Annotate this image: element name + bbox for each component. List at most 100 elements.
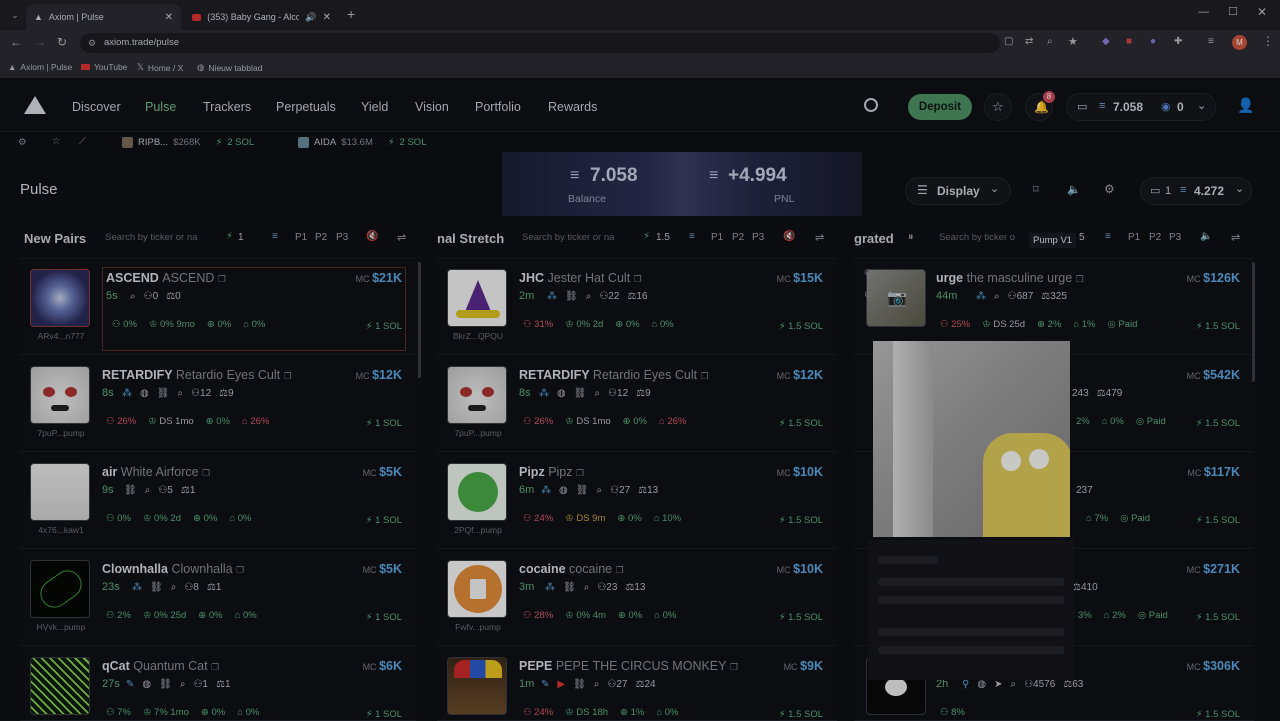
bookmark-axiom[interactable]: ▲ Axiom | Pulse	[8, 62, 72, 72]
socials-icon[interactable]: ⁂	[976, 291, 986, 302]
search-icon[interactable]	[864, 98, 878, 112]
search-icon[interactable]: ⌕	[594, 679, 600, 690]
bookmark-new-tab[interactable]: ◍ Nieuw tabblad	[197, 62, 262, 73]
bookmark-youtube[interactable]: YouTube	[81, 62, 127, 72]
reading-list-icon[interactable]: ≡	[1208, 36, 1214, 47]
settings-gear-icon[interactable]: ⚙	[1104, 182, 1115, 196]
quick-buy-amount[interactable]: 1.5	[656, 232, 670, 243]
socials-icon[interactable]: ⁂	[545, 582, 555, 593]
search-icon[interactable]: ⌕	[180, 679, 186, 690]
preset-p2[interactable]: P2	[732, 232, 744, 243]
token-address[interactable]: BkrZ...QPQU	[443, 331, 513, 341]
minimize-icon[interactable]: —	[1198, 6, 1209, 18]
socials-icon[interactable]: ⁂	[547, 291, 557, 302]
nav-pulse[interactable]: Pulse	[145, 100, 176, 114]
globe-icon[interactable]: ◍	[559, 485, 568, 496]
token-card[interactable]: PEPE PEPE THE CIRCUS MONKEY ❐ 1m ✎ ▶ ⛓ ⌕…	[437, 647, 837, 721]
socials-icon[interactable]: ⁂	[539, 388, 549, 399]
nav-perpetuals[interactable]: Perpetuals	[276, 100, 336, 114]
star-icon[interactable]: ☆	[52, 136, 61, 147]
hide-icon[interactable]: ⊘	[864, 267, 872, 278]
token-card[interactable]: HVvk...pump Clownhalla Clownhalla ❐ 23s …	[20, 550, 416, 646]
token-address[interactable]: HVvk...pump	[26, 622, 96, 632]
copy-icon[interactable]: ❐	[236, 565, 244, 575]
quick-buy-button[interactable]: ⚡ 1 SOL	[366, 612, 402, 623]
bookmark-icon[interactable]: ⌑	[1033, 183, 1039, 196]
token-card[interactable]: BkrZ...QPQU JHC Jester Hat Cult ❐ 2m ⁂ ⛓…	[437, 259, 837, 355]
bookmark-x[interactable]: 𝕏 Home / X	[137, 62, 183, 73]
copy-icon[interactable]: ❐	[616, 565, 624, 575]
token-address[interactable]: 7puP...pump	[443, 428, 513, 438]
link-icon[interactable]: ⛓	[157, 388, 170, 399]
close-icon[interactable]: ✕	[323, 12, 331, 23]
zoom-icon[interactable]: ⌕	[1047, 36, 1053, 47]
socials-icon[interactable]: ⁂	[541, 485, 551, 496]
user-icon[interactable]: ⚲	[962, 679, 969, 690]
token-card[interactable]: ARv4...n777 ASCEND ASCEND ❐ 5s ⌕ ⚇0 ⚖0 ⚇…	[20, 259, 416, 355]
tab-search-icon[interactable]: ⌄	[8, 8, 22, 22]
link-icon[interactable]: ⛓	[565, 291, 578, 302]
link-icon[interactable]: ⛓	[159, 679, 172, 690]
column-search-input[interactable]: Search by ticker or na	[105, 232, 197, 243]
maximize-icon[interactable]: ☐	[1228, 5, 1238, 18]
column-search-input[interactable]: Search by ticker or na	[522, 232, 614, 243]
quick-buy-button[interactable]: ⚡ 1.5 SOL	[779, 321, 823, 332]
watch-item-ripb[interactable]: RIPB... $268K ⚡ 2 SOL	[122, 137, 254, 148]
copy-icon[interactable]: ❐	[576, 468, 584, 478]
new-tab-button[interactable]: +	[347, 6, 355, 22]
copy-icon[interactable]: ❐	[218, 274, 226, 284]
token-card[interactable]: Fwfv...pump cocaine cocaine ❐ 3m ⁂ ⛓ ⌕ ⚇…	[437, 550, 837, 646]
watch-item-aida[interactable]: AIDA $13.6M ⚡ 2 SOL	[298, 137, 426, 148]
mute-icon[interactable]: 🔇	[366, 231, 378, 242]
token-card[interactable]: 2PQf...pump Pipz Pipz ❐ 6m ⁂ ◍ ⛓ ⌕ ⚇27 ⚖…	[437, 453, 837, 549]
link-icon[interactable]: ⛓	[150, 582, 163, 593]
quick-buy-button[interactable]: ⚡ 1.5 SOL	[779, 515, 823, 526]
filter-icon[interactable]: ⇌	[397, 231, 406, 244]
extension-icon[interactable]: ●	[1150, 36, 1156, 47]
site-info-icon[interactable]: ⚙	[88, 33, 96, 53]
quick-buy-button[interactable]: ⚡ 1.5 SOL	[1196, 321, 1240, 332]
tab-youtube[interactable]: (353) Baby Gang - Alcott Z... 🔊 ✕	[184, 4, 339, 30]
close-icon[interactable]: ✕	[165, 12, 173, 23]
preset-p1[interactable]: P1	[1128, 232, 1140, 243]
search-icon[interactable]: ⌕	[177, 388, 183, 399]
display-button[interactable]: ☰ Display ⌄	[905, 177, 1011, 205]
column-search-input[interactable]: Search by ticker o	[939, 232, 1015, 243]
copy-icon[interactable]: ❐	[701, 371, 709, 381]
extension-icon[interactable]: ◆	[1102, 36, 1110, 47]
token-address[interactable]: 7puP...pump	[26, 428, 96, 438]
socials-icon[interactable]: ⁂	[132, 582, 142, 593]
nav-rewards[interactable]: Rewards	[548, 100, 597, 114]
globe-icon[interactable]: ◍	[142, 679, 151, 690]
scrollbar[interactable]	[418, 262, 421, 378]
link-icon[interactable]: ⛓	[574, 388, 587, 399]
more-menu-icon[interactable]: ⋮	[1262, 34, 1274, 48]
preset-p3[interactable]: P3	[336, 232, 348, 243]
quick-buy-button[interactable]: ⚡ 1.5 SOL	[1196, 612, 1240, 623]
nav-trackers[interactable]: Trackers	[203, 100, 251, 114]
quick-buy-button[interactable]: ⚡ 1 SOL	[366, 709, 402, 720]
globe-icon[interactable]: ◍	[557, 388, 566, 399]
quick-buy-button[interactable]: ⚡ 1.5 SOL	[1196, 418, 1240, 429]
token-address[interactable]: 4x76...kaw1	[26, 525, 96, 535]
token-card[interactable]: 7puP...pump RETARDIFY Retardio Eyes Cult…	[20, 356, 416, 452]
quick-buy-wallet-selector[interactable]: ▭ 1 ≡ 4.272 ⌄	[1140, 177, 1252, 205]
quick-buy-button[interactable]: ⚡ 1.5 SOL	[1196, 515, 1240, 526]
pen-icon[interactable]: ✎	[126, 679, 134, 690]
scrollbar[interactable]	[1252, 262, 1255, 382]
settings-gear-icon[interactable]: ⚙	[18, 137, 27, 148]
quick-buy-button[interactable]: ⚡ 1 SOL	[366, 418, 402, 429]
telegram-icon[interactable]: ➤	[994, 679, 1002, 690]
chart-icon[interactable]: ⟋	[79, 136, 86, 147]
token-address[interactable]: ARv4...n777	[26, 331, 96, 341]
reload-icon[interactable]: ↻	[57, 35, 67, 49]
token-card[interactable]: qCat Quantum Cat ❐ 27s ✎ ◍ ⛓ ⌕ ⚇1 ⚖1 ⚇ 7…	[20, 647, 416, 721]
search-icon[interactable]: ⌕	[594, 388, 600, 399]
quick-buy-amount[interactable]: 1	[238, 232, 244, 243]
preset-p2[interactable]: P2	[1149, 232, 1161, 243]
preset-p1[interactable]: P1	[295, 232, 307, 243]
token-card[interactable]: 4x76...kaw1 air White Airforce ❐ 9s ⛓ ⌕ …	[20, 453, 416, 549]
youtube-icon[interactable]: ▶	[557, 679, 565, 690]
forward-icon[interactable]: →	[34, 35, 46, 49]
camera-icon[interactable]: 📷	[887, 288, 907, 308]
